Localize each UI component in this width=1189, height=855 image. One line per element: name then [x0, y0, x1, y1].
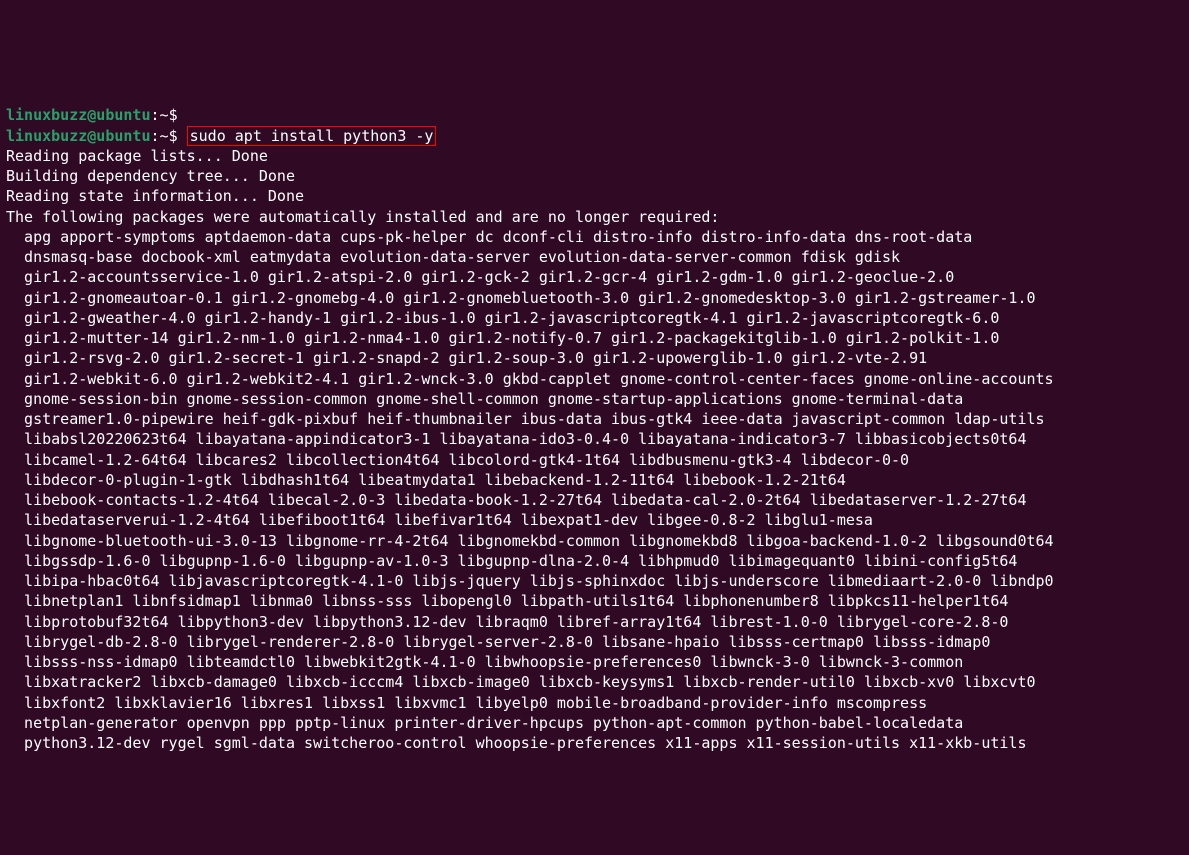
- package-line: gir1.2-webkit-6.0 gir1.2-webkit2-4.1 gir…: [6, 370, 1054, 388]
- package-line: libedataserverui-1.2-4t64 libefiboot1t64…: [6, 511, 873, 529]
- package-line: libgnome-bluetooth-ui-3.0-13 libgnome-rr…: [6, 532, 1054, 550]
- prompt-dollar: $: [169, 106, 178, 124]
- package-line: libabsl20220623t64 libayatana-appindicat…: [6, 430, 1026, 448]
- package-line: gir1.2-gnomeautoar-0.1 gir1.2-gnomebg-4.…: [6, 289, 1036, 307]
- package-line: libdecor-0-plugin-1-gtk libdhash1t64 lib…: [6, 471, 846, 489]
- package-line: dnsmasq-base docbook-xml eatmydata evolu…: [6, 248, 900, 266]
- package-line: libnetplan1 libnfsidmap1 libnma0 libnss-…: [6, 592, 1008, 610]
- command-highlight: sudo apt install python3 -y: [187, 126, 437, 146]
- package-line: libsss-nss-idmap0 libteamdctl0 libwebkit…: [6, 653, 963, 671]
- package-line: libprotobuf32t64 libpython3-dev libpytho…: [6, 613, 1008, 631]
- package-line: librygel-db-2.8-0 librygel-renderer-2.8-…: [6, 633, 990, 651]
- package-line: libebook-contacts-1.2-4t64 libecal-2.0-3…: [6, 491, 1026, 509]
- prompt-line-2[interactable]: linuxbuzz@ubuntu:~$ sudo apt install pyt…: [6, 126, 436, 146]
- package-line: python3.12-dev rygel sgml-data switchero…: [6, 734, 1026, 752]
- output-line: The following packages were automaticall…: [6, 208, 719, 226]
- prompt-line-1[interactable]: linuxbuzz@ubuntu:~$: [6, 106, 178, 124]
- prompt-user: linuxbuzz@ubuntu: [6, 127, 151, 145]
- prompt-path: ~: [160, 106, 169, 124]
- prompt-path: ~: [160, 127, 169, 145]
- package-line: gstreamer1.0-pipewire heif-gdk-pixbuf he…: [6, 410, 1045, 428]
- prompt-sep: :: [151, 106, 160, 124]
- prompt-sep: :: [151, 127, 160, 145]
- package-line: gir1.2-accountsservice-1.0 gir1.2-atspi-…: [6, 268, 954, 286]
- prompt-dollar: $: [169, 127, 178, 145]
- command-text: sudo apt install python3 -y: [190, 127, 434, 145]
- output-line: Reading package lists... Done: [6, 147, 268, 165]
- prompt-user: linuxbuzz@ubuntu: [6, 106, 151, 124]
- package-line: libxfont2 libxklavier16 libxres1 libxss1…: [6, 694, 927, 712]
- package-line: libcamel-1.2-64t64 libcares2 libcollecti…: [6, 451, 909, 469]
- terminal-output: linuxbuzz@ubuntu:~$ linuxbuzz@ubuntu:~$ …: [6, 85, 1183, 753]
- package-line: apg apport-symptoms aptdaemon-data cups-…: [6, 228, 972, 246]
- package-line: libxatracker2 libxcb-damage0 libxcb-iccc…: [6, 673, 1036, 691]
- package-line: libgssdp-1.6-0 libgupnp-1.6-0 libgupnp-a…: [6, 552, 1017, 570]
- package-line: gir1.2-rsvg-2.0 gir1.2-secret-1 gir1.2-s…: [6, 349, 927, 367]
- package-line: libipa-hbac0t64 libjavascriptcoregtk-4.1…: [6, 572, 1054, 590]
- package-line: netplan-generator openvpn ppp pptp-linux…: [6, 714, 963, 732]
- output-line: Building dependency tree... Done: [6, 167, 295, 185]
- package-line: gir1.2-gweather-4.0 gir1.2-handy-1 gir1.…: [6, 309, 999, 327]
- package-line: gnome-session-bin gnome-session-common g…: [6, 390, 963, 408]
- output-line: Reading state information... Done: [6, 187, 304, 205]
- package-line: gir1.2-mutter-14 gir1.2-nm-1.0 gir1.2-nm…: [6, 329, 999, 347]
